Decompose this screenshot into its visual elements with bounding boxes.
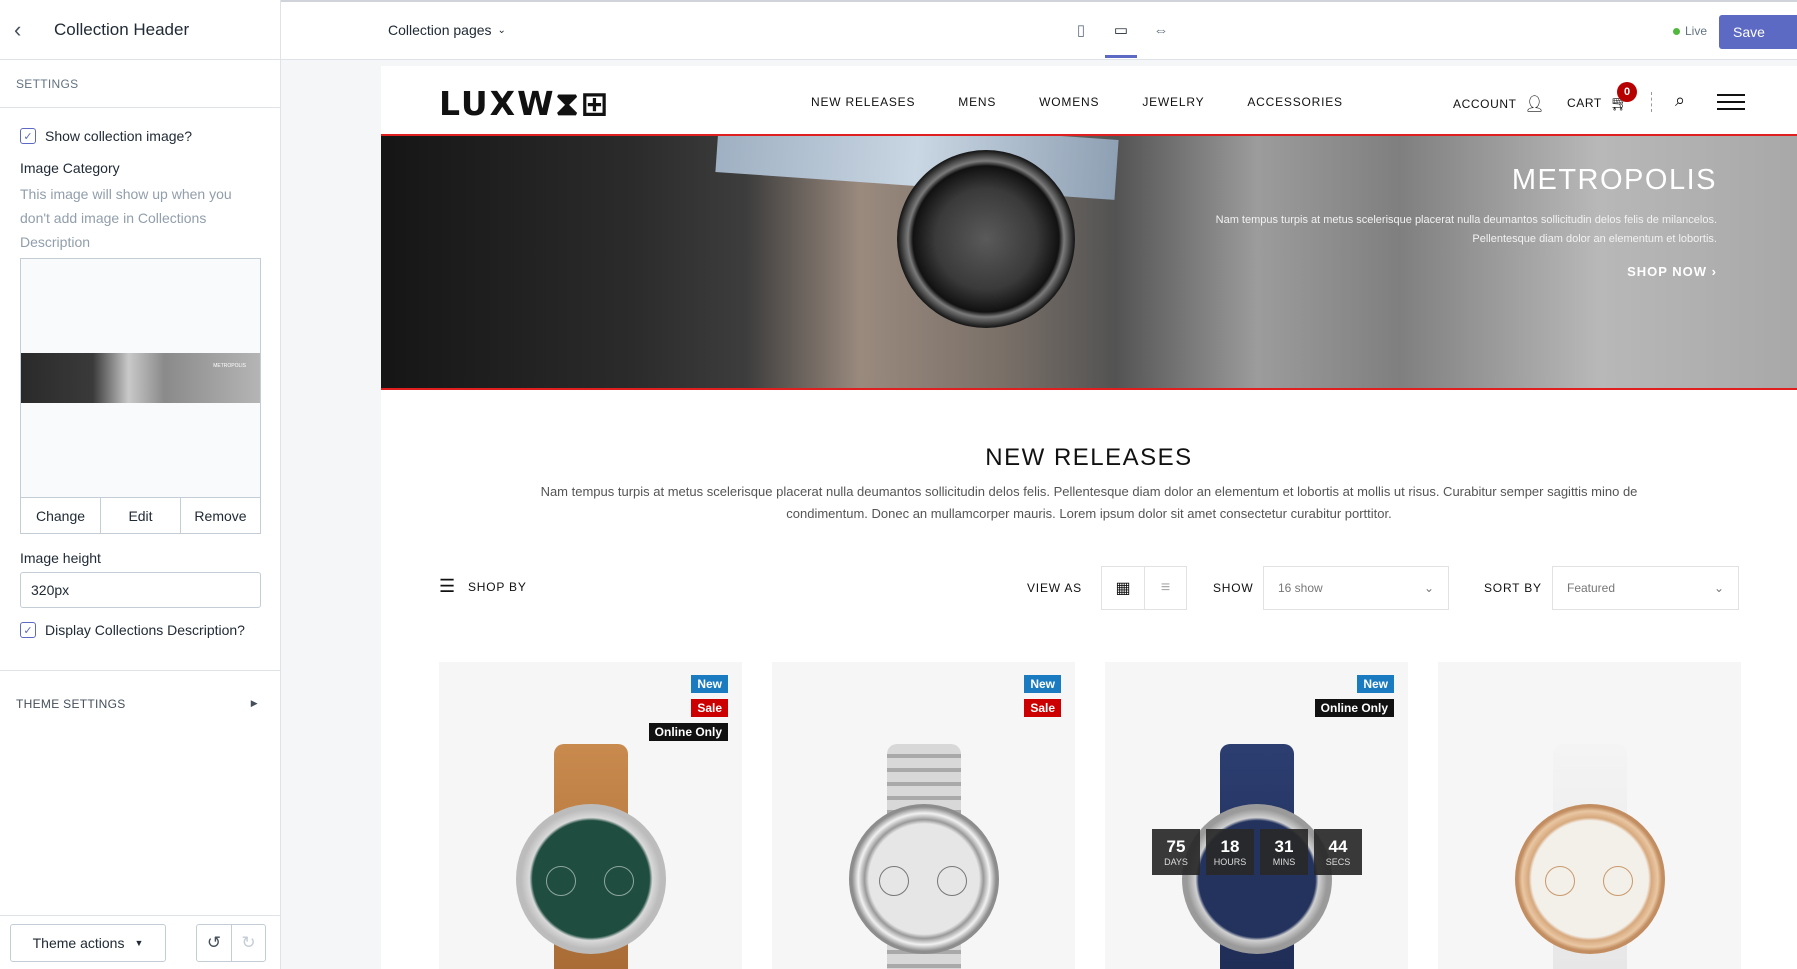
new-badge: New xyxy=(1024,675,1061,693)
thumb-text: METROPOLIS xyxy=(213,363,246,369)
banner-title: METROPOLIS xyxy=(1511,164,1717,196)
show-label: SHOW xyxy=(1213,581,1254,595)
chevron-down-icon: ⌄ xyxy=(1423,581,1434,595)
menu-icon[interactable] xyxy=(1717,94,1745,110)
remove-image-button[interactable]: Remove xyxy=(181,498,260,533)
undo-icon[interactable]: ↺ xyxy=(197,925,231,961)
mobile-view-icon[interactable]: ▯ xyxy=(1071,18,1091,42)
image-height-label: Image height xyxy=(20,550,101,566)
grid-view-icon[interactable]: ▦ xyxy=(1102,567,1144,609)
shop-by-filter[interactable]: ☰ SHOP BY xyxy=(439,576,527,597)
show-select[interactable]: 16 show ⌄ xyxy=(1263,566,1449,610)
change-image-button[interactable]: Change xyxy=(21,498,101,533)
banner-watch-image xyxy=(897,150,1075,328)
image-thumbnail: METROPOLIS xyxy=(21,353,260,403)
nav-womens[interactable]: WOMENS xyxy=(1039,95,1099,109)
image-height-input[interactable]: 320px xyxy=(20,572,261,608)
nav-new-releases[interactable]: NEW RELEASES xyxy=(811,95,915,109)
online-only-badge: Online Only xyxy=(1314,699,1394,717)
countdown-timer: 75 DAYS 18 HOURS 31 MINS 44 SECS xyxy=(1152,829,1362,875)
editor-sidebar: ‹ Collection Header SETTINGS ✓ Show coll… xyxy=(0,0,281,969)
live-dot-icon xyxy=(1672,27,1680,35)
image-category-help: This image will show up when you don't a… xyxy=(20,186,232,250)
store-header: LUXW⧗⊞ NEW RELEASES MENS WOMENS JEWELRY … xyxy=(381,66,1797,134)
product-image xyxy=(839,744,1009,969)
chevron-down-icon: ⌄ xyxy=(497,24,506,36)
collection-banner[interactable]: METROPOLIS Nam tempus turpis at metus sc… xyxy=(381,134,1797,390)
back-icon[interactable]: ‹ xyxy=(14,17,54,43)
collection-description: Nam tempus turpis at metus scelerisque p… xyxy=(540,484,1638,521)
new-badge: New xyxy=(691,675,728,693)
settings-label: SETTINGS xyxy=(0,60,280,108)
caret-down-icon: ▼ xyxy=(134,937,144,948)
editor-topbar: Collection pages ⌄ ▯ ▭ ⇔ Live Save xyxy=(281,0,1797,60)
view-as-label: VIEW AS xyxy=(1027,581,1082,595)
checkmark-icon: ✓ xyxy=(20,622,36,638)
countdown-mins: 31 MINS xyxy=(1260,829,1308,875)
view-toggle: ▦ ≡ xyxy=(1101,566,1187,610)
collection-title: NEW RELEASES xyxy=(985,444,1193,471)
show-image-checkbox[interactable]: ✓ Show collection image? xyxy=(20,128,260,144)
countdown-hours: 18 HOURS xyxy=(1206,829,1254,875)
sidebar-header: ‹ Collection Header xyxy=(0,0,280,60)
sale-badge: Sale xyxy=(691,699,728,717)
device-switcher: ▯ ▭ ⇔ xyxy=(1071,18,1171,58)
sort-select[interactable]: Featured ⌄ xyxy=(1552,566,1739,610)
banner-text: Nam tempus turpis at metus scelerisque p… xyxy=(1215,214,1717,245)
checkmark-icon: ✓ xyxy=(20,128,36,144)
image-picker: METROPOLIS Change Edit Remove xyxy=(20,258,261,534)
product-image xyxy=(1505,744,1675,969)
storefront-preview: LUXW⧗⊞ NEW RELEASES MENS WOMENS JEWELRY … xyxy=(381,66,1797,969)
nav-mens[interactable]: MENS xyxy=(958,95,996,109)
product-card[interactable]: New Online Only 75 DAYS 18 HOURS 31 MINS 44… xyxy=(1105,662,1408,969)
fullscreen-view-icon[interactable]: ⇔ xyxy=(1151,18,1171,42)
shop-now-link[interactable]: SHOP NOW › xyxy=(1627,264,1717,279)
divider xyxy=(1651,92,1652,112)
collection-toolbar: ☰ SHOP BY VIEW AS ▦ ≡ SHOW 16 show ⌄ SOR… xyxy=(439,566,1755,610)
image-category-label: Image Category xyxy=(20,160,120,176)
theme-actions-button[interactable]: Theme actions ▼ xyxy=(10,923,166,962)
account-link[interactable]: ACCOUNT 👤︎ xyxy=(1453,94,1545,114)
product-card[interactable]: New Sale Online Only xyxy=(439,662,742,969)
redo-icon[interactable]: ↻ xyxy=(231,924,265,961)
edit-image-button[interactable]: Edit xyxy=(101,498,181,533)
live-status: Live xyxy=(1672,24,1707,38)
new-badge: New xyxy=(1357,675,1394,693)
caret-right-icon: ▶ xyxy=(250,698,258,708)
countdown-days: 75 DAYS xyxy=(1152,829,1200,875)
display-description-checkbox[interactable]: ✓ Display Collections Description? xyxy=(20,622,260,638)
product-card[interactable]: New Sale xyxy=(772,662,1075,969)
store-logo[interactable]: LUXW⧗⊞ xyxy=(439,84,610,124)
sort-label: SORT BY xyxy=(1484,581,1542,595)
chevron-down-icon: ⌄ xyxy=(1713,581,1724,595)
product-grid: New Sale Online Only New Sale New Online… xyxy=(439,662,1741,969)
sidebar-footer: Theme actions ▼ ↺ ↻ xyxy=(0,915,280,969)
search-icon[interactable]: ⌕ xyxy=(1675,90,1685,111)
cart-count-badge: 0 xyxy=(1617,82,1637,102)
main-nav: NEW RELEASES MENS WOMENS JEWELRY ACCESSO… xyxy=(811,95,1343,109)
product-image xyxy=(506,744,676,969)
filter-icon: ☰ xyxy=(439,576,456,596)
save-button[interactable]: Save xyxy=(1719,15,1797,49)
desktop-view-icon[interactable]: ▭ xyxy=(1105,18,1137,58)
list-view-icon[interactable]: ≡ xyxy=(1144,567,1186,609)
sale-badge: Sale xyxy=(1024,699,1061,717)
user-icon: 👤︎ xyxy=(1524,96,1546,113)
section-title: Collection Header xyxy=(54,19,190,39)
theme-settings-toggle[interactable]: THEME SETTINGS ▶ xyxy=(0,670,280,736)
countdown-secs: 44 SECS xyxy=(1314,829,1362,875)
page-selector[interactable]: Collection pages ⌄ xyxy=(388,22,506,38)
online-only-badge: Online Only xyxy=(648,723,728,741)
nav-accessories[interactable]: ACCESSORIES xyxy=(1247,95,1343,109)
product-card[interactable] xyxy=(1438,662,1741,969)
nav-jewelry[interactable]: JEWELRY xyxy=(1142,95,1204,109)
history-buttons: ↺ ↻ xyxy=(196,923,266,962)
